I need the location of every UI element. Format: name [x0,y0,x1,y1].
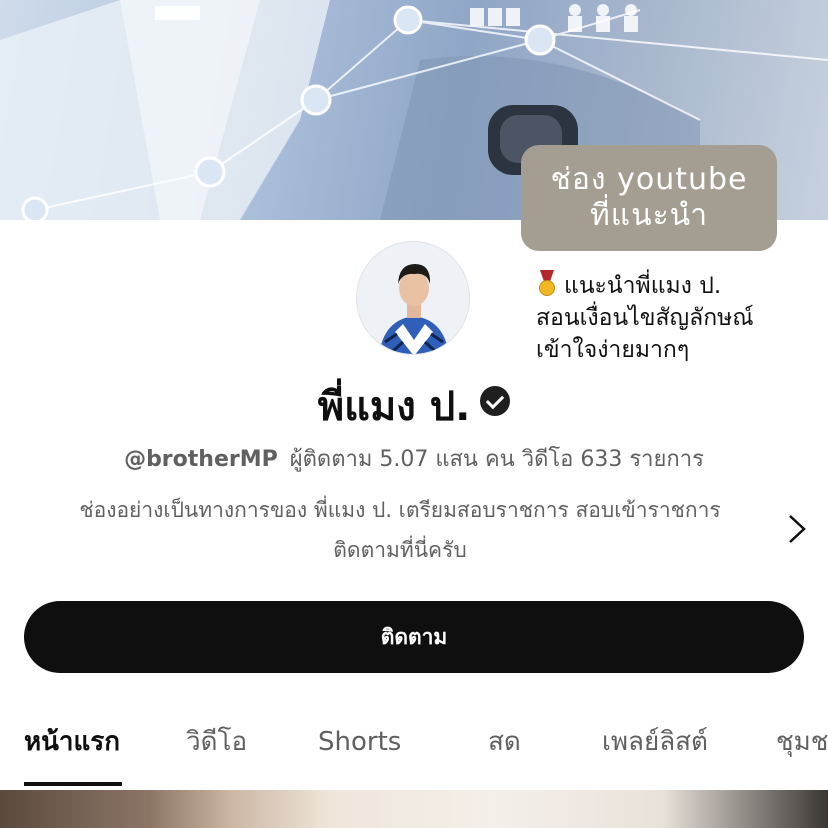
channel-handle: @brotherMP [124,447,278,472]
overlay-sticker: ช่อง youtube ที่แนะนำ [521,145,777,251]
subscribe-button[interactable]: ติดตาม [24,601,804,673]
channel-description[interactable]: ช่องอย่างเป็นทางการของ พี่แมง ป. เตรียมส… [30,490,770,570]
chevron-right-icon[interactable] [784,512,810,546]
note-line-2: สอนเงื่อนไขสัญลักษณ์ [536,305,754,331]
note-line-1: แนะนำพี่แมง ป. [564,273,722,299]
note-line-3: เข้าใจง่ายมากๆ [536,337,690,363]
sticker-line-2: ที่แนะนำ [589,198,709,233]
channel-meta: @brotherMP ผู้ติดตาม 5.07 แสน คน วิดีโอ 6… [0,444,828,476]
description-line-1: ช่องอย่างเป็นทางการของ พี่แมง ป. เตรียมส… [79,498,721,522]
tab-shorts[interactable]: Shorts [318,722,401,762]
tab-home[interactable]: หน้าแรก [24,722,120,762]
tab-playlists[interactable]: เพลย์ลิสต์ [602,722,708,762]
channel-tabs: หน้าแรก วิดีโอ Shorts สด เพลย์ลิสต์ ชุมช [0,710,828,788]
overlay-note: แนะนำพี่แมง ป. สอนเงื่อนไขสัญลักษณ์ เข้า… [536,270,821,366]
tab-community[interactable]: ชุมช [776,722,828,762]
description-line-2: ติดตามที่นี่ครับ [333,538,467,562]
tab-videos[interactable]: วิดีโอ [186,722,247,762]
active-tab-indicator [24,782,122,786]
channel-avatar[interactable] [356,241,470,355]
avatar-graphic [357,242,469,354]
medal-icon [536,270,558,296]
tab-live[interactable]: สด [488,722,521,762]
sticker-line-1: ช่อง youtube [550,162,748,197]
channel-title: พี่แมง ป. [0,380,828,434]
channel-stats: ผู้ติดตาม 5.07 แสน คน วิดีโอ 633 รายการ [289,447,704,472]
channel-name: พี่แมง ป. [317,384,471,430]
featured-video-thumbnail[interactable] [0,790,828,828]
verified-check-icon [480,386,511,416]
